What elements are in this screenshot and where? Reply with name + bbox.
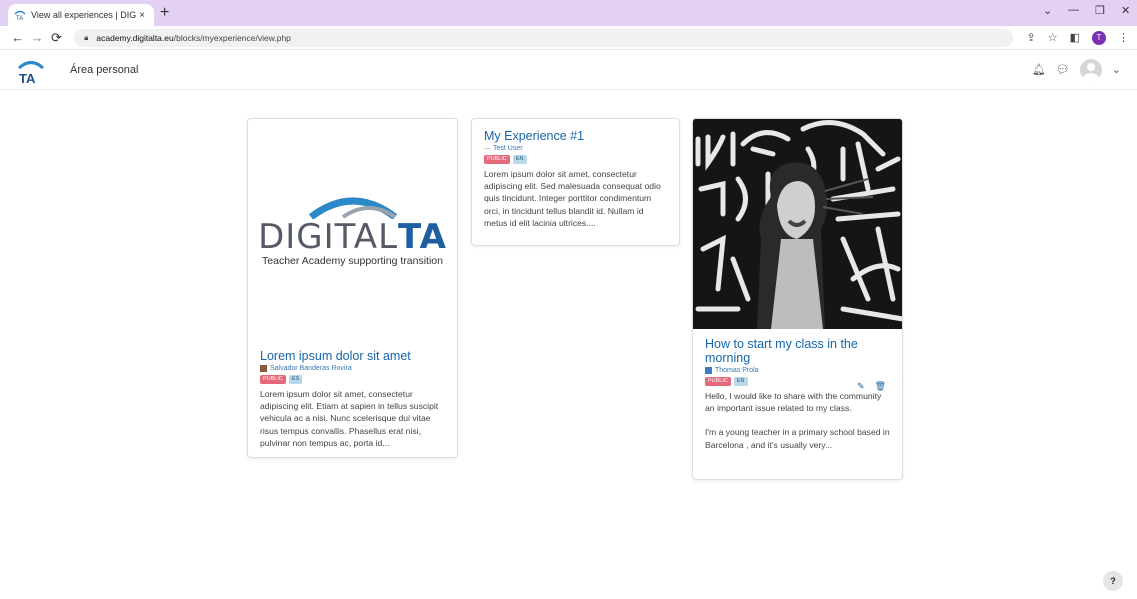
site-header: TA Área personal 🔔︎ 💬︎ ⌄ [0, 50, 1137, 90]
digitalta-arc-logo [308, 197, 397, 219]
new-tab-button[interactable]: + [160, 3, 169, 23]
side-panel-icon[interactable]: ◧ [1070, 31, 1080, 44]
edit-pencil-icon[interactable]: ✎ [857, 381, 865, 392]
author-avatar-placeholder: — [484, 145, 490, 152]
restore-button[interactable]: ❐ [1095, 4, 1105, 17]
public-badge: PUBLIC [705, 377, 731, 386]
logo-text-ta: TA [398, 217, 447, 257]
experiences-grid: DIGITALTA Teacher Academy supporting tra… [0, 90, 1137, 599]
minimize-button[interactable]: — [1068, 4, 1079, 16]
card-image: DIGITALTA Teacher Academy supporting tra… [248, 119, 457, 341]
bookmark-star-icon[interactable]: ☆ [1048, 31, 1058, 44]
public-badge: PUBLIC [484, 155, 510, 164]
profile-avatar[interactable]: T [1092, 30, 1106, 45]
browser-tab[interactable]: TA View all experiences | DIGITALTA × [8, 4, 154, 26]
card-description: Hello, I would like to share with the co… [705, 391, 882, 414]
author-name[interactable]: Thomas Prola [715, 367, 759, 374]
author-avatar [260, 365, 267, 372]
woman-photo-image [693, 119, 902, 329]
language-badge: EN [512, 155, 527, 164]
lock-icon: 🔒︎ [84, 32, 89, 42]
site-favicon-icon: TA [14, 9, 26, 21]
messages-icon[interactable]: 💬︎ [1056, 63, 1070, 76]
url-host: academy.digitalta.eu [96, 32, 174, 43]
public-badge: PUBLIC [260, 375, 286, 384]
menu-dots-icon[interactable]: ⋮ [1118, 31, 1129, 44]
card-image [693, 119, 902, 329]
tab-search-dropdown-icon[interactable]: ⌄ [1043, 4, 1052, 17]
delete-trash-icon[interactable]: 🗑︎ [875, 381, 886, 392]
user-avatar[interactable] [1079, 58, 1102, 81]
author-name[interactable]: Salvador Banderas Rovira [270, 365, 352, 372]
share-icon[interactable]: ⇪ [1027, 31, 1036, 44]
digitalta-logo[interactable]: TA [16, 55, 46, 85]
card-title[interactable]: How to start my class in the morning [705, 337, 890, 365]
url-field[interactable]: 🔒︎ academy.digitalta.eu/blocks/myexperie… [74, 28, 1013, 47]
tab-close-icon[interactable]: × [136, 10, 148, 21]
card-title[interactable]: Lorem ipsum dolor sit amet [260, 349, 445, 363]
notification-bell-icon[interactable]: 🔔︎ [1032, 63, 1046, 76]
nav-area-personal[interactable]: Área personal [70, 64, 139, 76]
card-description: Lorem ipsum dolor sit amet, consectetur … [484, 169, 661, 228]
url-path: /blocks/myexperience/view.php [173, 32, 291, 43]
reload-icon[interactable]: ⟳ [47, 30, 66, 46]
help-button[interactable]: ? [1103, 571, 1123, 591]
address-bar-row: ← → ⟳ 🔒︎ academy.digitalta.eu/blocks/mye… [0, 26, 1137, 50]
experience-card[interactable]: DIGITALTA Teacher Academy supporting tra… [247, 118, 458, 458]
browser-tab-bar: TA View all experiences | DIGITALTA × + … [0, 0, 1137, 26]
card-description: Lorem ipsum dolor sit amet, consectetur … [260, 389, 439, 448]
card-description-continued: I'm a young teacher in a primary school … [705, 427, 890, 450]
chevron-down-icon[interactable]: ⌄ [1112, 63, 1121, 76]
logo-text-digital: DIGITAL [258, 217, 399, 257]
back-arrow-icon[interactable]: ← [8, 30, 27, 45]
experience-card[interactable]: My Experience #1 — Test User PUBLIC EN Lo… [471, 118, 680, 246]
logo-tagline: Teacher Academy supporting transition [262, 255, 443, 267]
svg-text:TA: TA [19, 71, 36, 85]
svg-text:TA: TA [16, 16, 23, 21]
author-avatar [705, 367, 712, 374]
language-badge: EN [733, 377, 748, 386]
experience-card[interactable]: How to start my class in the morning Tho… [692, 118, 903, 480]
language-badge: ES [288, 375, 303, 384]
tab-title: View all experiences | DIGITALTA [31, 10, 136, 20]
close-window-button[interactable]: ✕ [1121, 4, 1130, 17]
forward-arrow-icon[interactable]: → [27, 30, 46, 45]
card-title[interactable]: My Experience #1 [484, 129, 667, 143]
author-name[interactable]: Test User [493, 145, 523, 152]
